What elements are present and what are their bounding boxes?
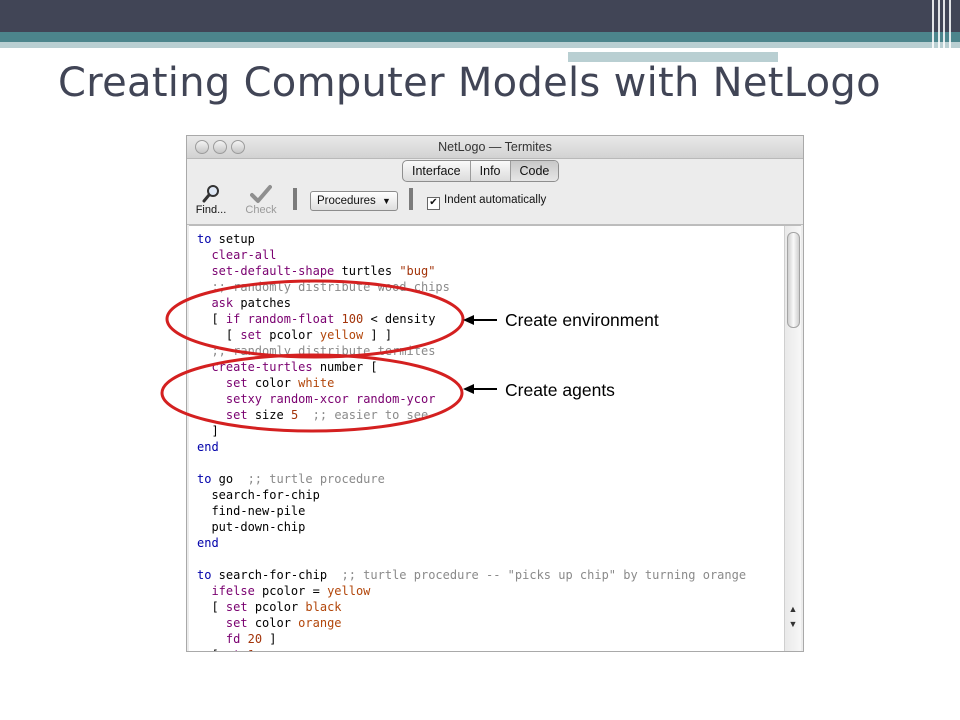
tab-bar: Interface Info Code [187, 159, 803, 183]
code-toolbar: Find... Check Procedures ▼ ✔ Indent autom… [187, 182, 803, 225]
tab-info[interactable]: Info [471, 161, 511, 181]
tab-interface[interactable]: Interface [403, 161, 471, 181]
scroll-up-icon[interactable]: ▲ [788, 604, 798, 614]
toolbar-separator [293, 188, 297, 210]
code-line: put-down-chip [197, 520, 306, 534]
check-label: Check [245, 204, 277, 216]
code-line: to setup [197, 232, 255, 246]
slide-title: Creating Computer Models with NetLogo [58, 60, 881, 106]
checkmark-icon [241, 184, 281, 204]
vertical-scrollbar[interactable]: ▲ ▼ [784, 226, 801, 651]
code-line: clear-all [211, 248, 277, 262]
code-line: ;; randomly distribute termites [211, 344, 436, 358]
code-line: [ set pcolor black [197, 600, 342, 614]
code-line: [ rt 1 ... [197, 647, 746, 651]
code-line: end [197, 440, 219, 454]
scrollbar-thumb[interactable] [787, 232, 800, 328]
code-line: ask patches [211, 296, 291, 310]
procedures-label: Procedures [317, 195, 376, 207]
code-line: fd 20 ] [225, 632, 277, 646]
code-line: ;; randomly distribute wood chips [211, 280, 450, 294]
code-line: create-turtles number [ [211, 360, 378, 374]
magnifier-icon [191, 184, 231, 204]
window-titlebar[interactable]: NetLogo — Termites [187, 136, 803, 159]
code-line: ] [197, 424, 219, 438]
create-agents-label: Create agents [505, 380, 615, 400]
scroll-down-icon[interactable]: ▼ [788, 619, 798, 629]
code-line: set-default-shape turtles "bug" [211, 264, 436, 278]
tab-group: Interface Info Code [402, 160, 560, 182]
code-line: setxy random-xcor random-ycor [225, 392, 436, 406]
code-line: end [197, 536, 219, 550]
code-line: find-new-pile [197, 504, 306, 518]
code-line: set color orange [225, 616, 342, 630]
procedures-dropdown[interactable]: Procedures ▼ [310, 191, 398, 211]
netlogo-window: NetLogo — Termites Interface Info Code F… [186, 135, 804, 652]
create-environment-label: Create environment [505, 310, 659, 330]
checkbox-checked-icon[interactable]: ✔ [427, 197, 440, 210]
code-line: [ if random-float 100 < density [197, 312, 436, 326]
code-text[interactable]: to setup clear-all set-default-shape tur… [197, 231, 747, 651]
code-line: ifelse pcolor = yellow [211, 584, 371, 598]
header-vertical-lines [930, 0, 960, 65]
code-line: to go ;; turtle procedure [197, 472, 385, 486]
code-editor[interactable]: to setup clear-all set-default-shape tur… [189, 225, 801, 651]
window-title: NetLogo — Termites [438, 140, 552, 154]
toolbar-separator [409, 188, 413, 210]
code-line: to search-for-chip ;; turtle procedure -… [197, 568, 747, 582]
header-bar-teal [0, 32, 960, 42]
triangle-down-icon: ▼ [382, 196, 391, 206]
header-bar-dark [0, 0, 960, 32]
indent-automatically-checkbox[interactable]: ✔ Indent automatically [427, 194, 546, 210]
find-label: Find... [195, 204, 227, 216]
tab-code[interactable]: Code [510, 161, 559, 181]
indent-label: Indent automatically [444, 194, 547, 206]
header-accent-white [0, 48, 568, 52]
code-line: set size 5 ;; easier to see [225, 408, 429, 422]
code-line: [ set pcolor yellow ] ] [197, 328, 393, 342]
header-accent-line [568, 48, 888, 51]
code-line: set color white [225, 376, 335, 390]
check-button[interactable]: Check [241, 184, 281, 216]
find-button[interactable]: Find... [191, 184, 231, 216]
code-line: search-for-chip [197, 488, 320, 502]
